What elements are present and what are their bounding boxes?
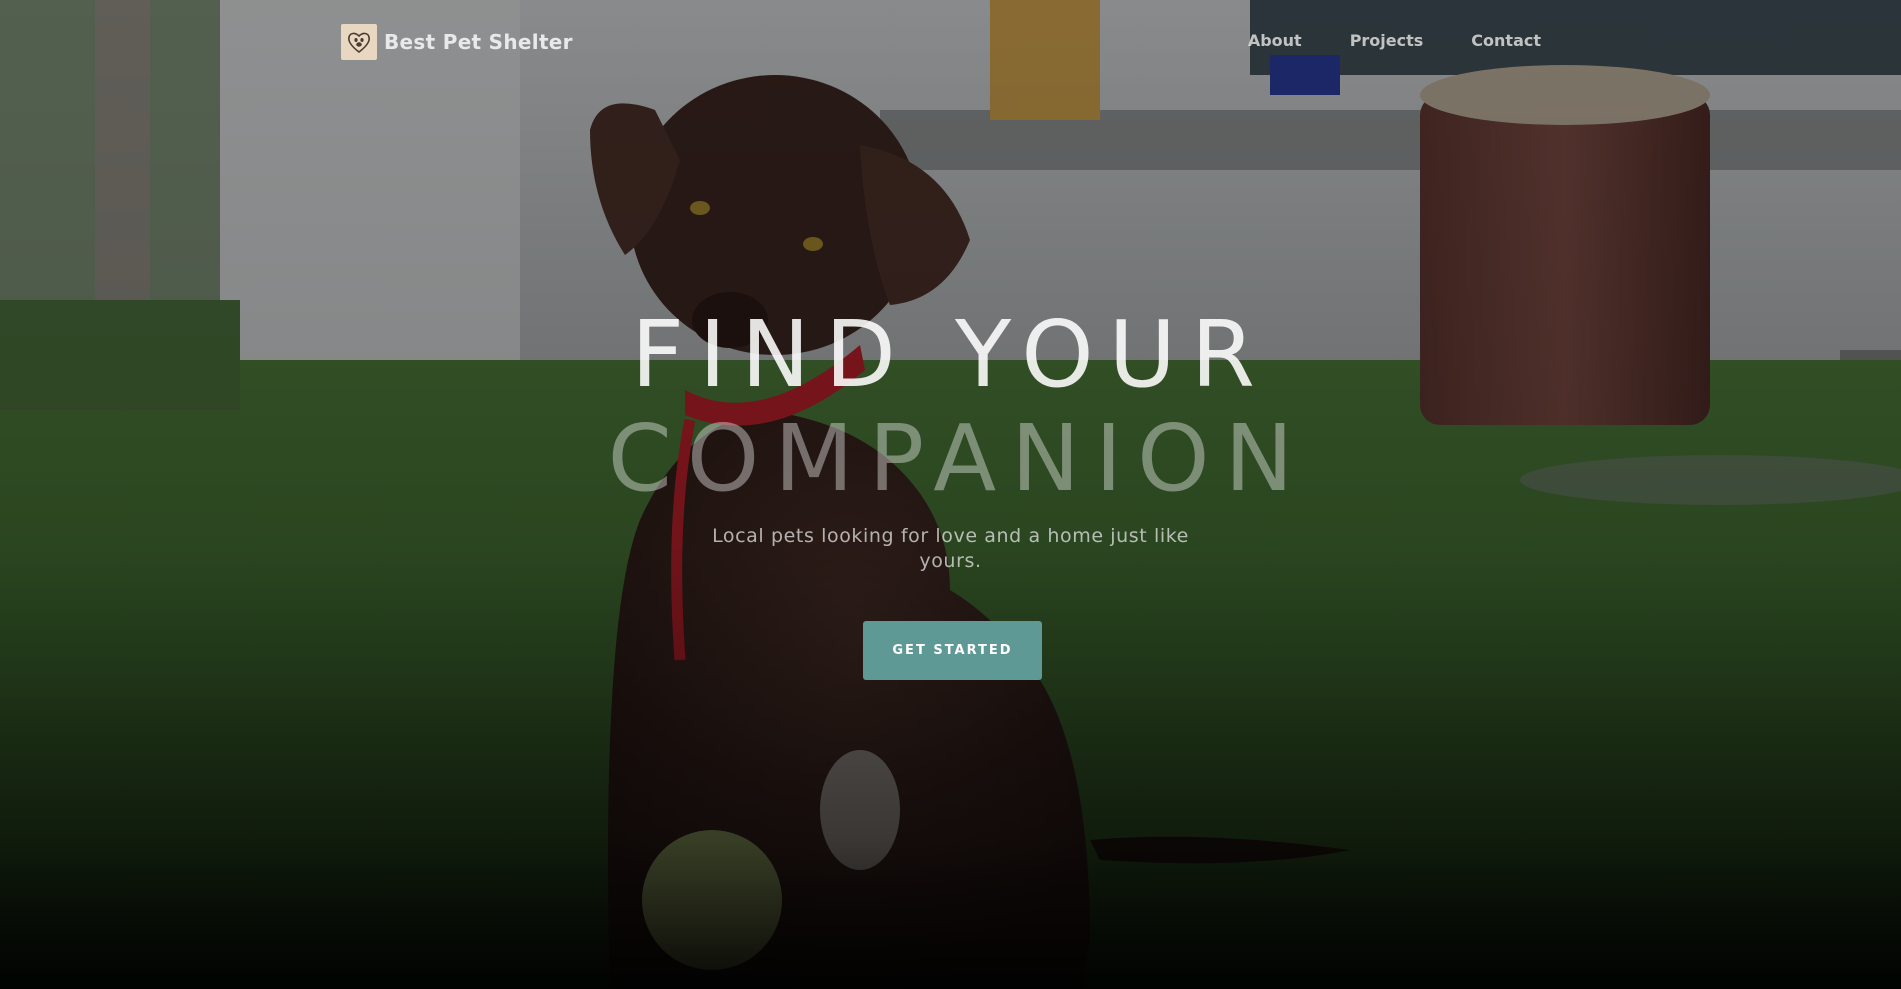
nav-link-projects[interactable]: Projects — [1350, 31, 1424, 50]
hero-headline: FIND YOUR COMPANION — [0, 303, 1901, 511]
top-navbar: Best Pet Shelter About Projects Contact — [0, 0, 1901, 84]
get-started-button[interactable]: GET STARTED — [863, 621, 1042, 680]
nav-menu: About Projects Contact — [1200, 31, 1541, 50]
headline-line-1: FIND YOUR — [631, 301, 1270, 408]
hero-section: Best Pet Shelter About Projects Contact … — [0, 0, 1901, 989]
brand-name: Best Pet Shelter — [384, 30, 573, 54]
hero-subtitle: Local pets looking for love and a home j… — [712, 525, 1189, 572]
paw-heart-icon — [341, 24, 377, 60]
nav-link-about[interactable]: About — [1248, 31, 1302, 50]
nav-link-contact[interactable]: Contact — [1471, 31, 1541, 50]
headline-line-2: COMPANION — [607, 405, 1309, 512]
brand-home-link[interactable]: Best Pet Shelter — [341, 24, 573, 60]
